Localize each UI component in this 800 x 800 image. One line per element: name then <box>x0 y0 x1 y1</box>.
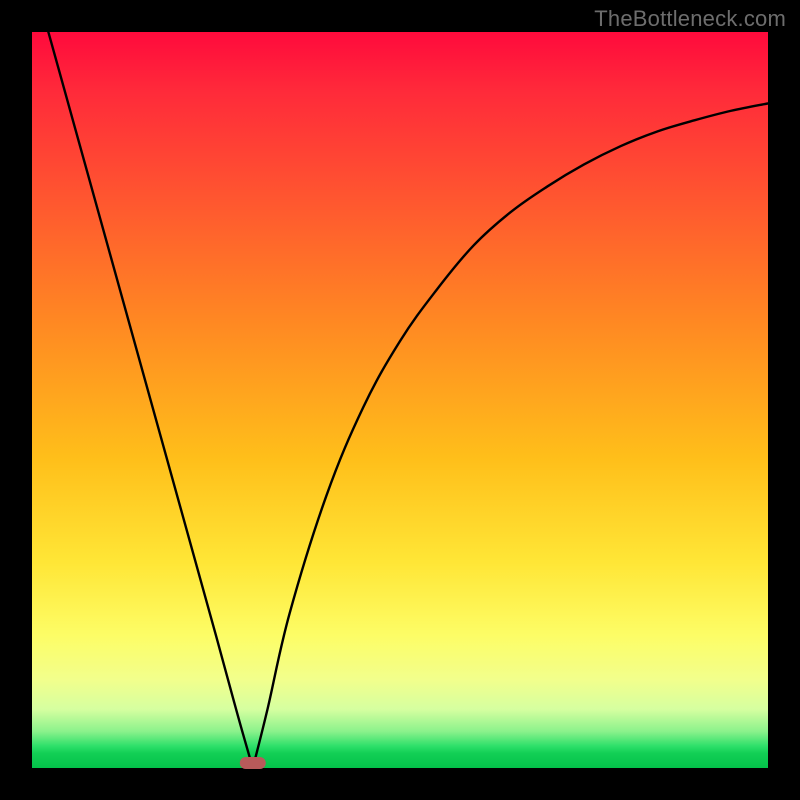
plot-area <box>32 32 768 768</box>
chart-frame: TheBottleneck.com <box>0 0 800 800</box>
marker-layer <box>32 32 768 768</box>
watermark-text: TheBottleneck.com <box>594 6 786 32</box>
minimum-marker <box>240 757 266 769</box>
